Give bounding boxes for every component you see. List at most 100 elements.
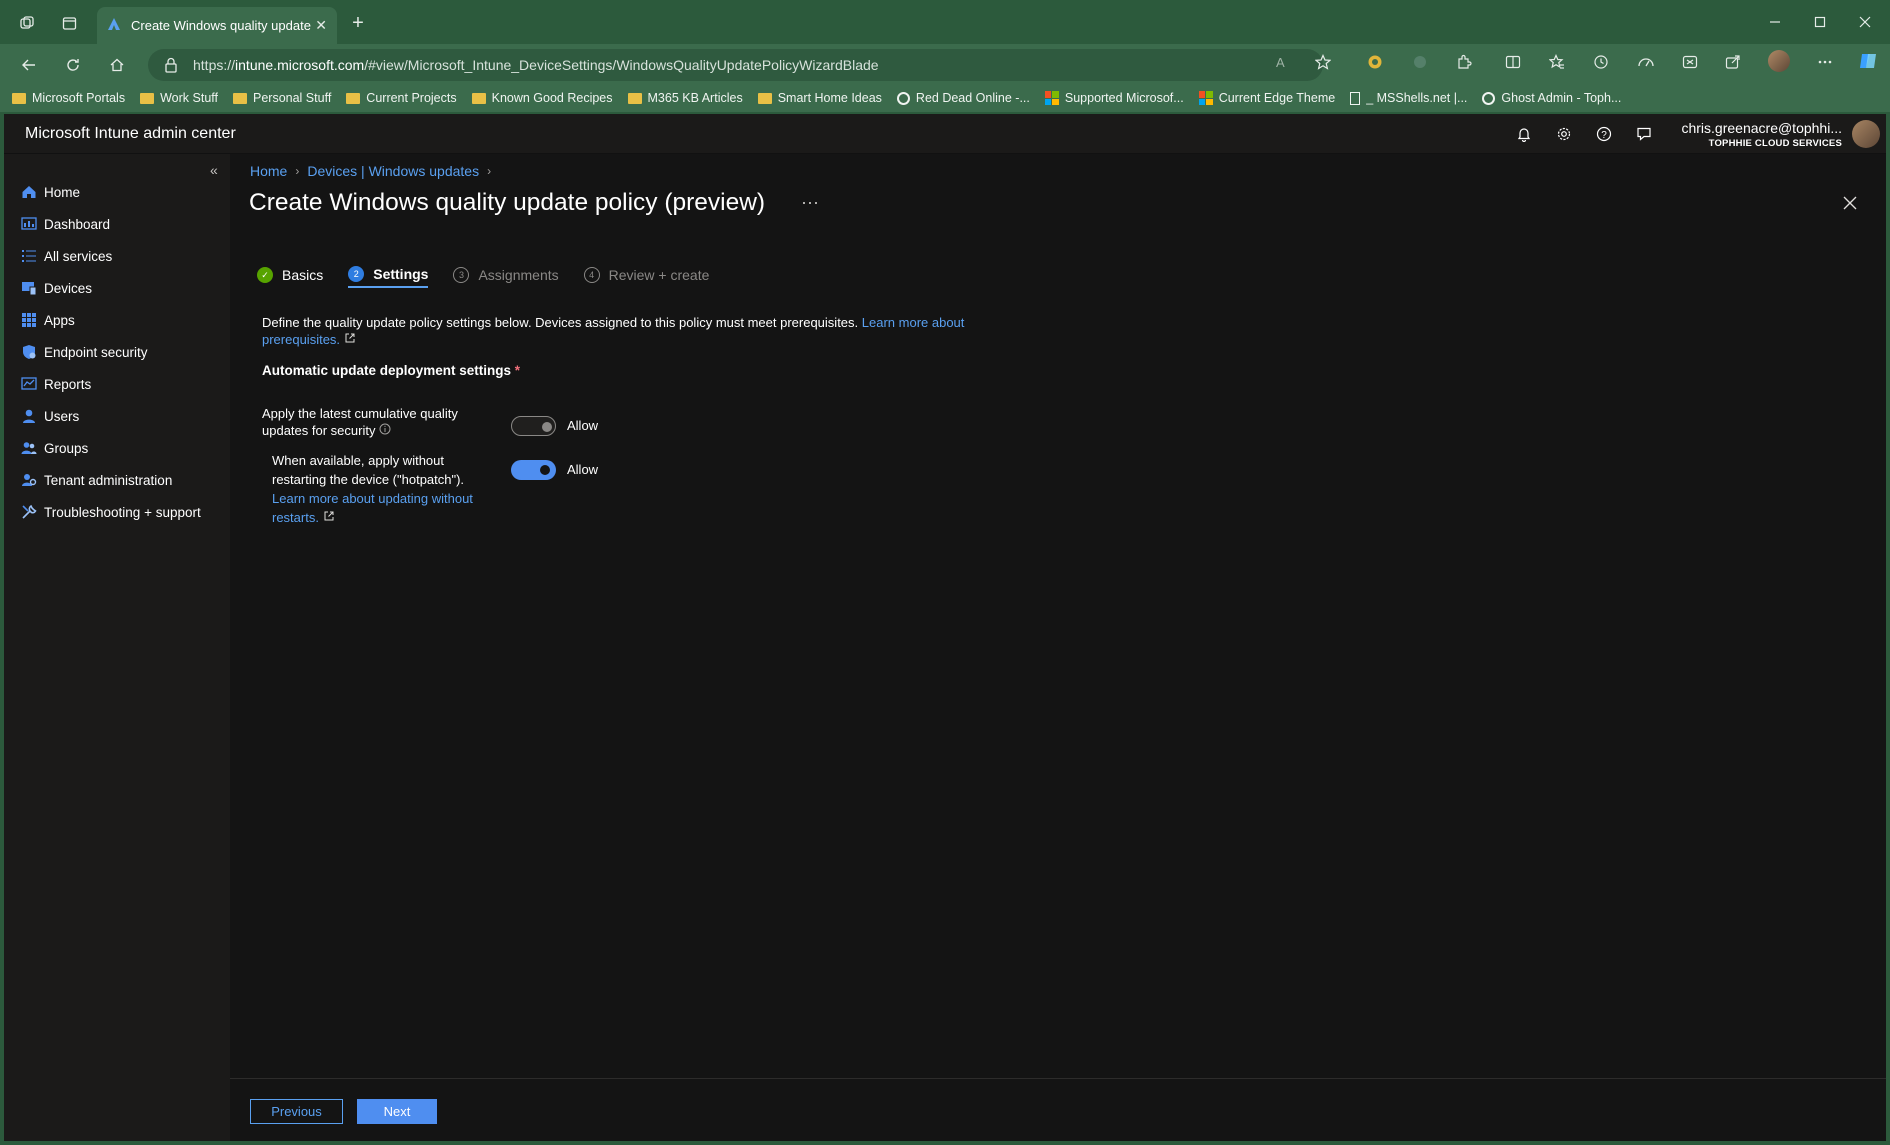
notifications-bell-icon[interactable] (1514, 124, 1534, 144)
info-icon[interactable] (379, 423, 391, 438)
sidebar-item-apps[interactable]: Apps (20, 308, 75, 332)
breadcrumb-devices[interactable]: Devices | Windows updates (307, 163, 479, 179)
extension-dim-icon[interactable] (1408, 50, 1432, 74)
section-title: Automatic update deployment settings * (262, 363, 521, 378)
external-link-icon (344, 332, 356, 347)
favorite-item[interactable]: Ghost Admin - Toph... (1482, 91, 1621, 105)
tab-title: Create Windows quality update p (131, 18, 311, 33)
sidebar-item-dashboard[interactable]: Dashboard (20, 212, 110, 236)
step-number: 3 (453, 267, 470, 283)
feedback-icon[interactable] (1634, 124, 1654, 144)
favorite-item[interactable]: Supported Microsof... (1044, 91, 1184, 105)
portal-title[interactable]: Microsoft Intune admin center (25, 125, 236, 143)
folder-icon (627, 92, 642, 104)
user-tenant: TOPHHIE CLOUD SERVICES (1708, 138, 1842, 149)
sidebar-item-home[interactable]: Home (20, 180, 80, 204)
tab-actions-icon[interactable] (58, 12, 80, 34)
sidebar-item-groups[interactable]: Groups (20, 436, 88, 460)
favorite-star-icon[interactable] (1311, 50, 1335, 74)
avatar[interactable] (1852, 120, 1880, 148)
favorite-item[interactable]: Red Dead Online -... (896, 91, 1030, 105)
next-button[interactable]: Next (357, 1099, 437, 1124)
devices-icon (20, 279, 38, 297)
minimize-icon[interactable] (1763, 10, 1787, 34)
favorite-item[interactable]: M365 KB Articles (627, 91, 743, 105)
sidebar-item-users[interactable]: Users (20, 404, 79, 428)
settings-gear-icon[interactable] (1554, 124, 1574, 144)
browser-titlebar: Create Windows quality update p ✕ + (0, 0, 1890, 44)
sidebar-item-troubleshooting[interactable]: Troubleshooting + support (20, 500, 201, 524)
sidebar: « Home Dashboard All services Devices Ap… (4, 154, 230, 1141)
workspaces-icon[interactable] (16, 12, 38, 34)
favorite-item[interactable]: Smart Home Ideas (757, 91, 882, 105)
tenant-icon (20, 471, 38, 489)
help-icon[interactable]: ? (1594, 124, 1614, 144)
new-tab-icon[interactable]: + (347, 12, 369, 34)
svg-text:A: A (1276, 55, 1285, 70)
browser-toolbar: https://intune.microsoft.com/#view/Micro… (0, 44, 1890, 89)
favorite-item[interactable]: Work Stuff (140, 91, 218, 105)
step-assignments[interactable]: 3 Assignments (453, 262, 559, 288)
svg-text:?: ? (1601, 130, 1607, 141)
sidebar-item-endpoint-security[interactable]: Endpoint security (20, 340, 148, 364)
intune-logo-icon (107, 17, 121, 34)
toggle-label: Allow (567, 418, 599, 433)
wrench-icon (20, 503, 38, 521)
hotpatch-toggle[interactable] (511, 460, 556, 480)
copilot-icon[interactable] (1855, 48, 1881, 74)
close-blade-icon[interactable] (1843, 196, 1857, 213)
maximize-icon[interactable] (1808, 10, 1832, 34)
external-link-icon (323, 510, 335, 525)
setting-label-cumulative-updates: Apply the latest cumulative quality upda… (262, 406, 458, 438)
settings-more-icon[interactable] (1813, 50, 1837, 74)
step-review-create[interactable]: 4 Review + create (583, 262, 709, 288)
favorite-item[interactable]: Current Projects (346, 91, 457, 105)
screenshot-icon[interactable] (1678, 50, 1702, 74)
shield-icon (20, 343, 38, 361)
dashboard-icon (20, 215, 38, 233)
back-icon[interactable] (18, 54, 40, 76)
read-aloud-icon[interactable]: A (1271, 50, 1295, 74)
toggle-label: Allow (567, 462, 599, 477)
window-close-icon[interactable] (1853, 10, 1877, 34)
favorite-item[interactable]: Microsoft Portals (12, 91, 125, 105)
url-prefix: https:// (193, 57, 236, 73)
user-name[interactable]: chris.greenacre@tophhi... (1681, 120, 1842, 136)
hotpatch-learn-more-link[interactable]: Learn more about updating without restart… (272, 491, 473, 525)
favorite-item[interactable]: Personal Stuff (233, 91, 331, 105)
chevron-right-icon: › (487, 164, 492, 178)
step-settings[interactable]: 2 Settings (348, 262, 429, 288)
refresh-icon[interactable] (62, 54, 84, 76)
sidebar-item-reports[interactable]: Reports (20, 372, 91, 396)
split-screen-icon[interactable] (1501, 50, 1525, 74)
cumulative-updates-toggle[interactable] (511, 416, 556, 436)
extension-coupon-icon[interactable] (1363, 50, 1387, 74)
step-basics[interactable]: ✓ Basics (257, 262, 323, 288)
history-icon[interactable] (1589, 50, 1613, 74)
profile-avatar[interactable] (1766, 48, 1792, 74)
url-host: intune.microsoft.com (235, 57, 365, 73)
address-bar[interactable]: https://intune.microsoft.com/#view/Micro… (148, 49, 1323, 81)
user-icon (20, 407, 38, 425)
home-browser-icon[interactable] (106, 54, 128, 76)
favorite-item[interactable]: Known Good Recipes (471, 91, 613, 105)
folder-icon (233, 92, 247, 104)
tab-close-icon[interactable]: ✕ (315, 17, 327, 34)
previous-button[interactable]: Previous (250, 1099, 343, 1124)
extensions-puzzle-icon[interactable] (1452, 50, 1476, 74)
page-icon (1350, 91, 1361, 105)
collapse-sidebar-icon[interactable]: « (210, 162, 218, 178)
breadcrumb-home[interactable]: Home (250, 163, 287, 179)
more-options-icon[interactable]: ··· (801, 192, 819, 213)
groups-icon (20, 439, 38, 457)
share-icon[interactable] (1721, 50, 1745, 74)
favorite-item[interactable]: _ MSShells.net |... (1350, 91, 1467, 105)
sidebar-item-devices[interactable]: Devices (20, 276, 92, 300)
sidebar-item-tenant-administration[interactable]: Tenant administration (20, 468, 172, 492)
required-asterisk: * (514, 363, 521, 378)
favorites-icon[interactable] (1545, 50, 1569, 74)
favorite-item[interactable]: Current Edge Theme (1198, 91, 1335, 105)
browser-tab[interactable]: Create Windows quality update p ✕ (97, 7, 337, 44)
sidebar-item-all-services[interactable]: All services (20, 244, 112, 268)
performance-icon[interactable] (1634, 50, 1658, 74)
